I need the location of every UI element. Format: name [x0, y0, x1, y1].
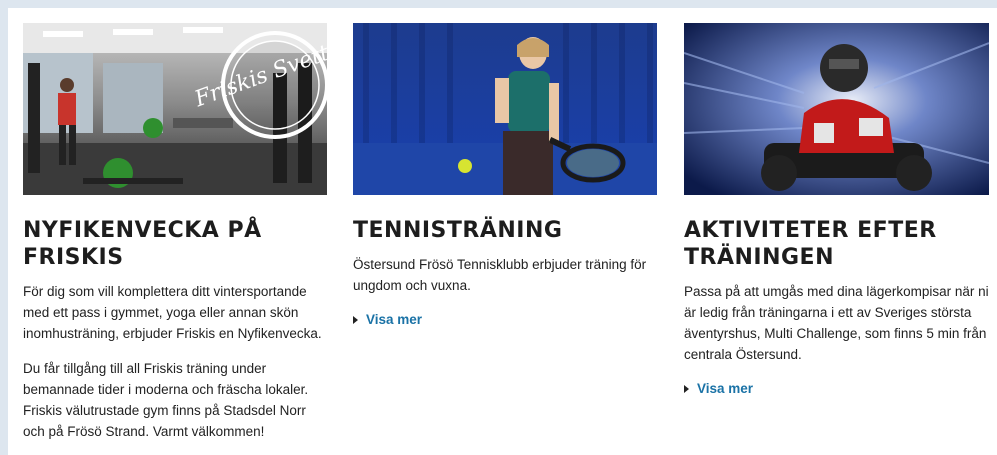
gym-photo[interactable]: Friskis Svettis	[23, 23, 327, 195]
card-tennis: TENNISTRÄNING Östersund Frösö Tennisklub…	[353, 23, 657, 329]
visa-mer-label: Visa mer	[697, 381, 754, 396]
card-title: TENNISTRÄNING	[353, 218, 563, 243]
card-text: För dig som vill komplettera ditt vinter…	[23, 284, 322, 341]
card-title: NYFIKENVECKA PÅ FRISKIS	[23, 218, 262, 270]
triangle-right-icon	[684, 384, 689, 393]
card-text: Östersund Frösö Tennisklubb erbjuder trä…	[353, 257, 647, 293]
gokart-photo[interactable]	[684, 23, 989, 195]
visa-mer-label: Visa mer	[366, 312, 423, 327]
visa-mer-link[interactable]: Visa mer	[353, 312, 422, 327]
card-text: Du får tillgång till all Friskis träning…	[23, 361, 309, 439]
card-aktiviteter: AKTIVITETER EFTER TRÄNINGEN Passa på att…	[684, 23, 989, 398]
triangle-right-icon	[353, 315, 358, 324]
card-friskis: Friskis Svettis NYFIKENVECKA PÅ FRISKIS …	[23, 23, 327, 455]
page: Friskis Svettis NYFIKENVECKA PÅ FRISKIS …	[8, 8, 997, 455]
tennis-photo[interactable]	[353, 23, 657, 195]
card-text: Passa på att umgås med dina lägerkompisa…	[684, 284, 989, 362]
visa-mer-link[interactable]: Visa mer	[684, 381, 753, 396]
card-title: AKTIVITETER EFTER TRÄNINGEN	[684, 218, 937, 270]
